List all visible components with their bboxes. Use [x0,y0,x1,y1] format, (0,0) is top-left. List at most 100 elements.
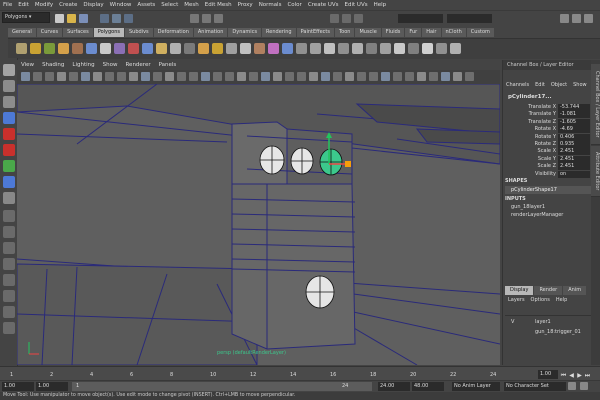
menu-modify[interactable]: Modify [32,2,56,8]
play-forward-icon[interactable]: ▶ [576,372,583,379]
shelf-tool-icon[interactable] [450,43,461,54]
input-item[interactable]: gun_18layer1 [511,204,545,210]
shelf-tool-icon[interactable] [422,43,433,54]
layout-single-icon[interactable] [3,210,15,222]
open-scene-icon[interactable] [67,14,76,23]
attribute-value[interactable]: on [558,170,590,178]
anim-start-field[interactable]: 1.00 [36,382,68,391]
shelf-tool-icon[interactable] [366,43,377,54]
menu-window[interactable]: Window [107,2,135,8]
layout-outliner-icon[interactable] [3,258,15,270]
tab-attribute-editor[interactable]: Attribute Editor [591,146,600,197]
panel-toolbar-icon[interactable] [309,72,318,81]
shelf-tool-icon[interactable] [86,43,97,54]
shape-item[interactable]: pCylinderShape17 [505,186,595,194]
shelf-tool-icon[interactable] [338,43,349,54]
anim-end-field[interactable]: 24.00 [378,382,410,391]
tab-channel-box[interactable]: Channel Box / Layer Editor [591,64,600,145]
panel-toolbar-icon[interactable] [177,72,186,81]
attribute-value[interactable]: 2.451 [558,155,590,163]
shelf-tab-subdivs[interactable]: Subdivs [125,28,154,37]
command-field[interactable] [447,14,492,23]
shelf-tab-fur[interactable]: Fur [405,28,423,37]
menu-display[interactable]: Display [80,2,106,8]
shelf-tool-icon[interactable] [226,43,237,54]
shelf-tool-icon[interactable] [184,43,195,54]
shelf-tool-icon[interactable] [72,43,83,54]
shelf-tab-curves[interactable]: Curves [36,28,64,37]
object-name[interactable]: pCylinder17... [505,94,594,103]
channel-box-menu-edit[interactable]: Edit [532,80,548,90]
time-slider[interactable]: 1 2 4 6 8 10 12 14 16 18 20 22 24 [0,366,600,381]
attribute-value[interactable]: -4.69 [558,126,590,134]
shelf-tab-polygons[interactable]: Polygons [93,28,125,37]
panel-toolbar-icon[interactable] [105,72,114,81]
layer-menu-layers[interactable]: Layers [505,296,528,305]
shelf-tool-icon[interactable] [296,43,307,54]
panel-toolbar-icon[interactable] [141,72,150,81]
shelf-tool-icon[interactable] [240,43,251,54]
menu-edit-uvs[interactable]: Edit UVs [342,2,371,8]
character-set-select[interactable]: No Character Set [504,382,566,391]
shelf-tool-icon[interactable] [436,43,447,54]
panel-menu-panels[interactable]: Panels [155,62,181,68]
snap-point-icon[interactable] [214,14,223,23]
channel-box-menu-object[interactable]: Object [548,80,570,90]
shelf-tool-icon[interactable] [142,43,153,54]
panel-toolbar-icon[interactable] [273,72,282,81]
panel-toolbar-icon[interactable] [381,72,390,81]
shelf-tab-custom[interactable]: Custom [466,28,495,37]
shelf-tool-icon[interactable] [198,43,209,54]
panel-toolbar-icon[interactable] [261,72,270,81]
layout-two-icon[interactable] [3,242,15,254]
shelf-tool-icon[interactable] [128,43,139,54]
input-item[interactable]: renderLayerManager [511,212,563,218]
shelf-tool-icon[interactable] [58,43,69,54]
shelf-tool-icon[interactable] [44,43,55,54]
layout-uv-icon[interactable] [3,306,15,318]
shelf-tool-icon[interactable] [114,43,125,54]
soft-mod-icon[interactable] [3,176,15,188]
shelf-tool-icon[interactable] [212,43,223,54]
panel-menu-show[interactable]: Show [99,62,122,68]
panel-toolbar-icon[interactable] [213,72,222,81]
select-component-icon[interactable] [124,14,133,23]
range-bar-track[interactable]: 1 24 [72,382,372,391]
menu-help[interactable]: Help [371,2,390,8]
layout-graph-icon[interactable] [3,274,15,286]
anim-layer-select[interactable]: No Anim Layer [452,382,500,391]
panel-toolbar-icon[interactable] [369,72,378,81]
panel-toolbar-icon[interactable] [153,72,162,81]
shelf-tool-icon[interactable] [254,43,265,54]
panel-toolbar-icon[interactable] [189,72,198,81]
shelf-tab-muscle[interactable]: Muscle [355,28,382,37]
select-object-icon[interactable] [112,14,121,23]
panel-menu-shading[interactable]: Shading [38,62,68,68]
shelf-tool-icon[interactable] [282,43,293,54]
panel-toolbar-icon[interactable] [429,72,438,81]
anim-prefs-icon[interactable] [580,382,588,390]
menu-create-uvs[interactable]: Create UVs [305,2,342,8]
layer-tab-render[interactable]: Render [534,286,563,295]
manipulator-tool-icon[interactable] [3,160,15,172]
panel-toolbar-icon[interactable] [45,72,54,81]
render-settings-icon[interactable] [354,14,363,23]
panel-toolbar-icon[interactable] [129,72,138,81]
shelf-tool-icon[interactable] [310,43,321,54]
panel-toolbar-icon[interactable] [321,72,330,81]
layer-tab-display[interactable]: Display [505,286,534,295]
attribute-value[interactable]: -1.605 [558,118,590,126]
attribute-value[interactable]: 0.406 [558,133,590,141]
panel-toolbar-icon[interactable] [453,72,462,81]
select-hierarchy-icon[interactable] [100,14,109,23]
scale-tool-icon[interactable] [3,144,15,156]
panel-toolbar-icon[interactable] [393,72,402,81]
current-frame-field[interactable]: 1.00 [538,370,558,379]
auto-key-icon[interactable] [568,382,576,390]
panel-toolbar-icon[interactable] [249,72,258,81]
menu-create[interactable]: Create [56,2,80,8]
shelf-tool-icon[interactable] [30,43,41,54]
menu-mesh[interactable]: Mesh [181,2,201,8]
menu-select[interactable]: Select [158,2,181,8]
panel-toolbar-icon[interactable] [117,72,126,81]
